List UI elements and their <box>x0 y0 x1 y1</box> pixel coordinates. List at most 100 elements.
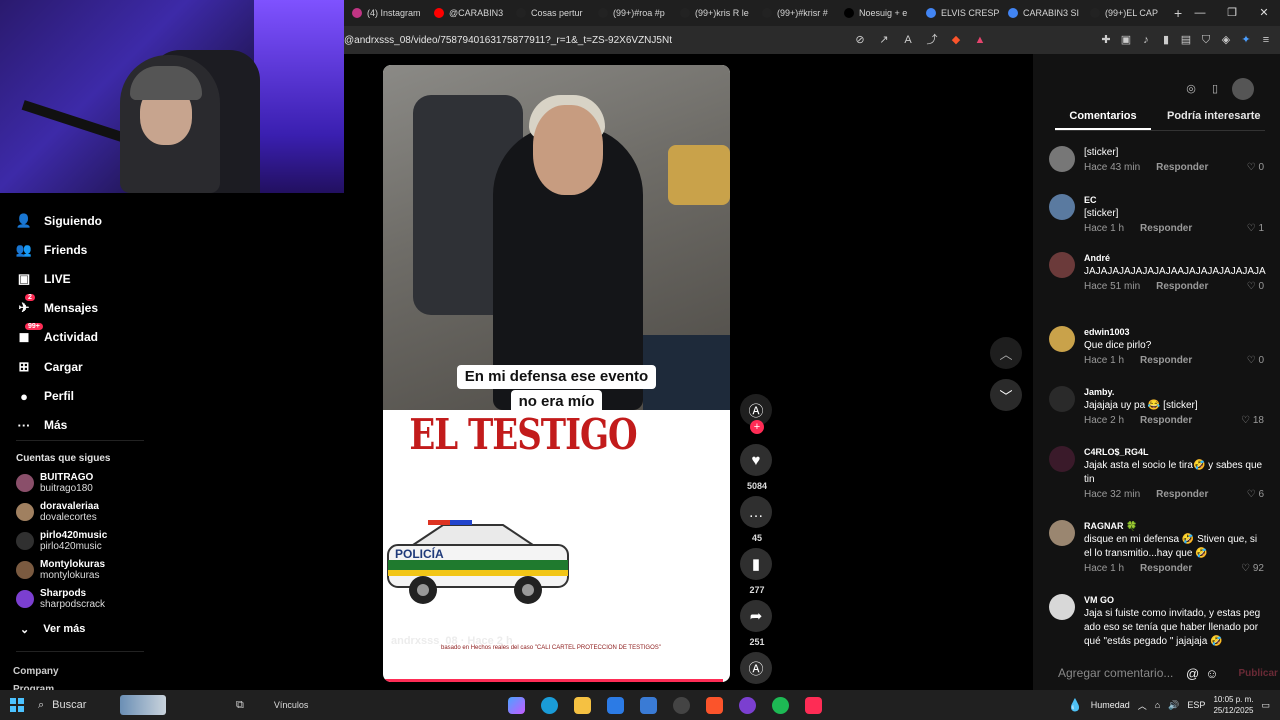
followed-account[interactable]: doravaleriaa dovalecortes <box>16 501 99 523</box>
music-icon[interactable]: ♪ <box>1140 34 1152 46</box>
spotify-icon[interactable] <box>772 697 789 714</box>
comment-username[interactable]: VM GO <box>1084 594 1264 607</box>
file-explorer-icon[interactable] <box>574 697 591 714</box>
menu-icon[interactable]: ≡ <box>1260 34 1272 46</box>
reply-button[interactable]: Responder <box>1156 162 1208 173</box>
browser-tab[interactable]: (99+)EL CAP <box>1082 0 1164 26</box>
screenshot-icon[interactable]: ▣ <box>1120 34 1132 46</box>
avatar[interactable] <box>1049 252 1075 278</box>
minimize-icon[interactable]: — <box>1184 0 1216 26</box>
comment-like-button[interactable]: ♡ 92 <box>1241 563 1264 574</box>
comment-username[interactable]: RAGNAR 🍀 <box>1084 520 1264 533</box>
sidebar-item-friends[interactable]: 👥 Friends <box>16 242 87 258</box>
share-button[interactable]: ➦ <box>740 600 772 632</box>
reply-button[interactable]: Responder <box>1140 355 1192 366</box>
discord-icon[interactable] <box>739 697 756 714</box>
compass-icon[interactable]: ◎ <box>1184 82 1198 96</box>
comment-like-button[interactable]: ♡ 1 <box>1247 223 1264 234</box>
reply-button[interactable]: Responder <box>1156 281 1208 292</box>
weather-icon[interactable]: 💧 <box>1068 698 1083 712</box>
avatar[interactable] <box>1049 446 1075 472</box>
sidebar-item-profile[interactable]: ● Perfil <box>16 388 74 404</box>
video-player[interactable]: En mi defensa ese evento no era mío EL T… <box>383 65 730 682</box>
extensions-icon[interactable]: ✚ <box>1100 34 1112 46</box>
shield-icon[interactable]: ◈ <box>1220 34 1232 46</box>
avatar[interactable] <box>1049 594 1075 620</box>
notifications-icon[interactable]: ▭ <box>1261 700 1270 711</box>
next-video-button[interactable]: ﹀ <box>990 379 1022 411</box>
browser-tab[interactable]: Noesuig + e <box>836 0 918 26</box>
browser-tab[interactable]: ELVIS CRESP <box>918 0 1000 26</box>
language-indicator[interactable]: ESP <box>1187 700 1205 710</box>
tab-comments[interactable]: Comentarios <box>1055 110 1151 130</box>
browser-tab[interactable]: (99+)#roa #p <box>590 0 672 26</box>
comment-username[interactable]: C4RLO$_RG4L <box>1084 446 1264 459</box>
store-icon[interactable] <box>607 697 624 714</box>
comment-like-button[interactable]: ♡ 0 <box>1247 355 1264 366</box>
brave-shield-icon[interactable]: ◆ <box>950 34 962 46</box>
obs-icon[interactable] <box>673 697 690 714</box>
tiktok-icon[interactable] <box>805 697 822 714</box>
comment-like-button[interactable]: ♡ 6 <box>1247 489 1264 500</box>
translate-icon[interactable]: A <box>902 34 914 46</box>
edge-icon[interactable] <box>541 697 558 714</box>
avatar[interactable] <box>1049 194 1075 220</box>
reply-button[interactable]: Responder <box>1140 563 1192 574</box>
network-icon[interactable]: ⌂ <box>1155 700 1160 710</box>
links-toolbar[interactable]: Vínculos <box>274 700 309 710</box>
phone-icon[interactable]: ▯ <box>1208 82 1222 96</box>
sidebar-item-live[interactable]: ▣ LIVE <box>16 271 71 287</box>
sidebar-item-upload[interactable]: ⊞ Cargar <box>16 359 83 375</box>
brave-icon[interactable] <box>706 697 723 714</box>
restore-icon[interactable]: ❐ <box>1216 0 1248 26</box>
comment-like-button[interactable]: ♡ 0 <box>1247 281 1264 292</box>
taskbar-search[interactable]: ⌕ Buscar <box>38 695 228 715</box>
comment-input[interactable]: Agregar comentario... <box>1058 666 1183 680</box>
copilot-icon[interactable] <box>508 697 525 714</box>
url-field[interactable]: @andrxsss_08/video/7587940163175877911?_… <box>344 35 844 46</box>
video-hashtags[interactable]: #mrstiventc #pirlo #fyp #viral <box>391 659 529 670</box>
save-button[interactable]: ▮ <box>740 548 772 580</box>
followed-account[interactable]: Montylokuras montylokuras <box>16 559 105 581</box>
clock[interactable]: 10:05 p. m. 25/12/2025 <box>1213 694 1253 716</box>
like-button[interactable]: ♥ <box>740 444 772 476</box>
browser-tab[interactable]: (99+)#krisr # <box>754 0 836 26</box>
followed-account[interactable]: pirlo420music pirlo420music <box>16 530 107 552</box>
browser-tab[interactable]: @CARABIN3 <box>426 0 508 26</box>
browser-tab[interactable]: CARABIN3 SI <box>1000 0 1082 26</box>
leo-icon[interactable]: ✦ <box>1240 34 1252 46</box>
previous-video-button[interactable]: ︿ <box>990 337 1022 369</box>
avatar[interactable] <box>1049 146 1075 172</box>
wallet-icon[interactable]: ▤ <box>1180 34 1192 46</box>
sidebar-toggle-icon[interactable]: ▮ <box>1160 34 1172 46</box>
mail-icon[interactable] <box>640 697 657 714</box>
clips-button[interactable]: Ⓐ <box>740 652 772 684</box>
browser-tab[interactable]: Cosas pertur <box>508 0 590 26</box>
open-external-icon[interactable]: ↗ <box>878 34 890 46</box>
avatar[interactable] <box>1049 326 1075 352</box>
browser-tab[interactable]: (99+)kris R le <box>672 0 754 26</box>
browser-tab[interactable]: (4) Instagram <box>344 0 426 26</box>
rewards-icon[interactable]: ▲ <box>974 34 986 46</box>
comment-like-button[interactable]: ♡ 18 <box>1241 415 1264 426</box>
publish-button[interactable]: Publicar <box>1238 668 1277 679</box>
emoji-icon[interactable]: ☺ <box>1205 666 1218 681</box>
volume-icon[interactable]: 🔊 <box>1168 700 1179 711</box>
sidebar-item-more[interactable]: ··· Más <box>16 417 68 433</box>
tab-interesting[interactable]: Podría interesarte <box>1167 110 1261 130</box>
vpn-icon[interactable]: ⛉ <box>1200 34 1212 46</box>
comment-username[interactable]: EC <box>1084 194 1264 207</box>
user-avatar[interactable] <box>1232 78 1254 100</box>
see-more-link[interactable]: ⌄ Ver más <box>20 623 85 636</box>
sidebar-item-following[interactable]: 👤 Siguiendo <box>16 213 102 229</box>
avatar[interactable] <box>1049 520 1075 546</box>
sidebar-item-activity[interactable]: ◼ 99+ Actividad <box>16 323 98 345</box>
video-progress-bar[interactable] <box>383 679 730 682</box>
comment-username[interactable]: Jamby. <box>1084 386 1264 399</box>
followed-account[interactable]: BUITRAGO buitrago180 <box>16 472 93 494</box>
comment-username[interactable]: André <box>1084 252 1264 265</box>
close-icon[interactable]: ✕ <box>1248 0 1280 26</box>
task-view-icon[interactable]: ⧉ <box>236 699 244 712</box>
sidebar-item-messages[interactable]: ✈ 2 Mensajes <box>16 294 98 316</box>
footer-company-link[interactable]: Company <box>13 666 59 677</box>
